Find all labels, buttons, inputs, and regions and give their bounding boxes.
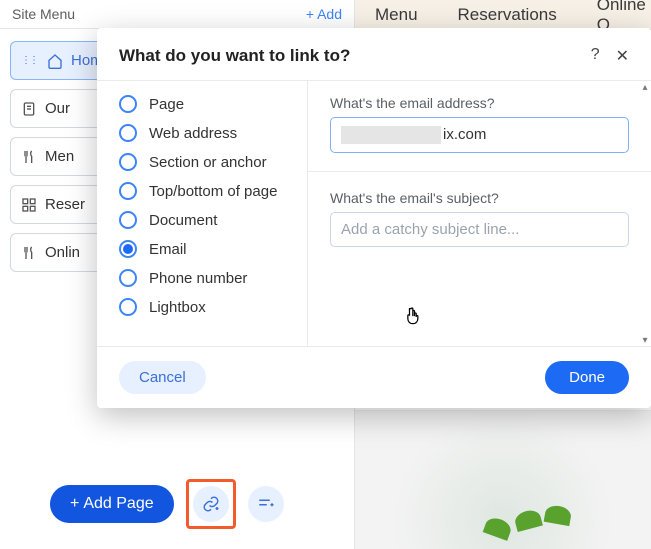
radio-icon (119, 95, 137, 113)
link-type-phone[interactable]: Phone number (119, 269, 307, 287)
link-type-page[interactable]: Page (119, 95, 307, 113)
site-nav-strip: Menu Reservations Online O (355, 0, 651, 30)
menu-icon (21, 245, 37, 261)
page-label: Men (45, 148, 74, 165)
page-label: Reser (45, 196, 85, 213)
grid-icon (21, 197, 37, 213)
add-link-tool-button[interactable] (193, 486, 229, 522)
link-type-label: Email (149, 241, 187, 258)
add-section-tool-button[interactable] (248, 486, 284, 522)
link-type-label: Phone number (149, 270, 247, 287)
cancel-button[interactable]: Cancel (119, 361, 206, 394)
radio-icon (119, 211, 137, 229)
highlighted-link-tool (186, 479, 236, 529)
link-type-label: Lightbox (149, 299, 206, 316)
page-label: Our (45, 100, 70, 117)
site-menu-title: Site Menu (12, 6, 75, 22)
redacted-text (341, 126, 441, 144)
email-address-label: What's the email address? (330, 95, 629, 111)
add-label: Add (317, 6, 342, 22)
close-icon[interactable]: ✕ (616, 46, 629, 66)
link-type-section[interactable]: Section or anchor (119, 153, 307, 171)
bottom-toolbar: + Add Page (0, 459, 355, 549)
page-label: Onlin (45, 244, 80, 261)
modal-body: Page Web address Section or anchor Top/b… (97, 80, 651, 347)
section-plus-icon (257, 495, 275, 513)
add-page-button[interactable]: + Add Page (50, 485, 174, 523)
link-type-list: Page Web address Section or anchor Top/b… (97, 81, 307, 346)
modal-footer: Cancel Done (97, 347, 651, 408)
add-page-label: Add Page (83, 495, 153, 513)
drag-handle-icon[interactable]: ⋮⋮ (21, 55, 37, 66)
link-type-document[interactable]: Document (119, 211, 307, 229)
help-icon[interactable]: ? (591, 46, 600, 66)
home-icon (47, 53, 63, 69)
modal-scrollbar[interactable]: ▴ ▾ (639, 81, 651, 346)
link-to-modal: What do you want to link to? ? ✕ Page We… (97, 28, 651, 408)
hero-image (355, 410, 651, 549)
radio-icon (119, 182, 137, 200)
link-type-label: Page (149, 96, 184, 113)
radio-icon (119, 298, 137, 316)
email-address-input[interactable]: ix.com (330, 117, 629, 153)
plus-icon: + (306, 6, 314, 22)
radio-icon (119, 269, 137, 287)
plus-icon: + (70, 495, 79, 513)
email-subject-input[interactable]: Add a catchy subject line... (330, 212, 629, 247)
radio-icon (119, 124, 137, 142)
nav-item-reservations[interactable]: Reservations (458, 5, 557, 25)
pointer-cursor-icon (402, 306, 422, 328)
done-button[interactable]: Done (545, 361, 629, 394)
email-subject-label: What's the email's subject? (330, 190, 629, 206)
modal-title: What do you want to link to? (119, 46, 350, 66)
link-type-label: Document (149, 212, 217, 229)
link-type-web-address[interactable]: Web address (119, 124, 307, 142)
email-value-suffix: ix.com (443, 126, 486, 143)
scroll-down-icon[interactable]: ▾ (639, 334, 651, 346)
link-type-email[interactable]: Email (119, 240, 307, 258)
form-divider (308, 171, 651, 172)
link-type-label: Section or anchor (149, 154, 267, 171)
link-form: What's the email address? ix.com What's … (307, 81, 651, 346)
menu-icon (21, 149, 37, 165)
site-menu-header: Site Menu + Add (0, 0, 354, 29)
scroll-up-icon[interactable]: ▴ (639, 81, 651, 93)
add-menu-item[interactable]: + Add (306, 6, 342, 22)
link-type-top-bottom[interactable]: Top/bottom of page (119, 182, 307, 200)
link-type-label: Web address (149, 125, 237, 142)
radio-icon (119, 153, 137, 171)
link-type-label: Top/bottom of page (149, 183, 277, 200)
page-icon (21, 101, 37, 117)
nav-item-menu[interactable]: Menu (375, 5, 418, 25)
modal-header: What do you want to link to? ? ✕ (97, 28, 651, 80)
radio-icon (119, 240, 137, 258)
link-type-lightbox[interactable]: Lightbox (119, 298, 307, 316)
link-plus-icon (202, 495, 220, 513)
